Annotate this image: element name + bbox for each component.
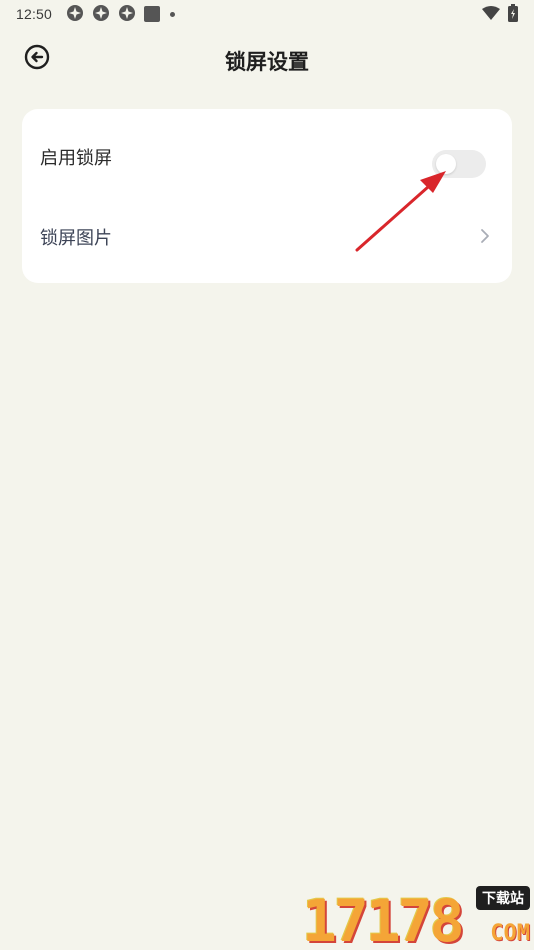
watermark-suffix: COM xyxy=(490,921,530,946)
status-time: 12:50 xyxy=(16,6,53,22)
app-notification-icon xyxy=(66,4,84,25)
page-title: 锁屏设置 xyxy=(225,50,309,74)
dot-icon xyxy=(170,11,176,17)
watermark-tag: 下载站 xyxy=(476,886,530,910)
enable-lock-toggle[interactable] xyxy=(432,150,486,178)
lock-image-label: 锁屏图片 xyxy=(40,228,112,249)
status-bar: 12:50 xyxy=(0,0,534,28)
site-watermark-logo: 17178 下载站 COM xyxy=(302,886,532,950)
square-notification-icon xyxy=(144,6,161,22)
status-right xyxy=(482,3,518,25)
app-notification-icon xyxy=(118,4,136,25)
lock-image-row[interactable]: 锁屏图片 xyxy=(22,197,512,277)
app-notification-icon xyxy=(92,4,110,25)
screen: 12:50 锁屏设置 启用锁屏 锁屏图片 17178 下载站 COM xyxy=(0,0,534,950)
settings-card: 启用锁屏 锁屏图片 xyxy=(22,109,512,283)
enable-lock-row: 启用锁屏 xyxy=(22,117,512,197)
chevron-right-icon xyxy=(480,228,490,248)
watermark-digits: 17178 xyxy=(302,887,465,950)
enable-lock-label: 启用锁屏 xyxy=(40,148,112,169)
header: 锁屏设置 xyxy=(0,36,534,80)
battery-icon xyxy=(508,3,518,25)
toggle-knob xyxy=(436,154,456,174)
wifi-icon xyxy=(482,5,500,23)
